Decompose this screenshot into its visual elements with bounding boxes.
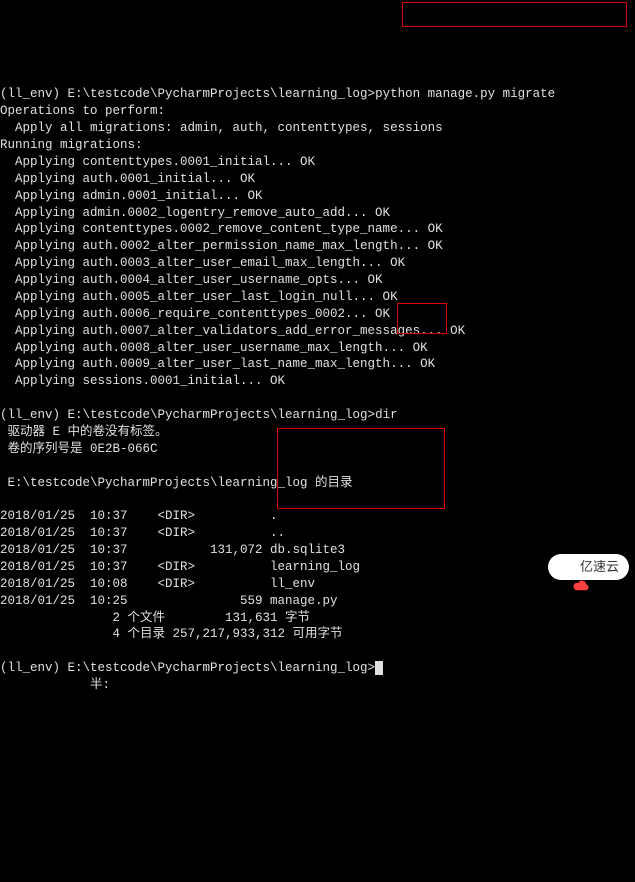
dir-header-line: E:\testcode\PycharmProjects\learning_log…	[0, 476, 353, 490]
migration-line: Applying contenttypes.0001_initial... OK	[0, 155, 315, 169]
migration-line: Applying sessions.0001_initial... OK	[0, 374, 285, 388]
dir-entry: 2018/01/25 10:37 <DIR> learning_log	[0, 560, 360, 574]
prompt-line-1: (ll_env) E:\testcode\PycharmProjects\lea…	[0, 87, 555, 101]
migration-line: Applying auth.0002_alter_permission_name…	[0, 239, 443, 253]
terminal-output[interactable]: (ll_env) E:\testcode\PycharmProjects\lea…	[0, 68, 635, 696]
dir-serial-line: 卷的序列号是 0E2B-066C	[0, 442, 158, 456]
cursor	[375, 661, 383, 675]
migration-line: Applying auth.0004_alter_user_username_o…	[0, 273, 383, 287]
output-line: Running migrations:	[0, 138, 143, 152]
dir-summary: 4 个目录 257,217,933,312 可用字节	[0, 627, 343, 641]
migration-line: Applying admin.0001_initial... OK	[0, 189, 263, 203]
output-line: Operations to perform:	[0, 104, 165, 118]
dir-drive-line: 驱动器 E 中的卷没有标签。	[0, 425, 168, 439]
migration-line: Applying auth.0001_initial... OK	[0, 172, 255, 186]
cloud-icon	[558, 560, 576, 574]
prompt-line-3[interactable]: (ll_env) E:\testcode\PycharmProjects\lea…	[0, 661, 383, 675]
prompt-prefix: (ll_env) E:\testcode\PycharmProjects\lea…	[0, 408, 375, 422]
watermark-text: 亿速云	[580, 558, 619, 576]
migration-line: Applying auth.0008_alter_user_username_m…	[0, 341, 428, 355]
highlight-box-migrate-command	[402, 2, 627, 27]
migration-line: Applying auth.0009_alter_user_last_name_…	[0, 357, 435, 371]
migration-line: Applying contenttypes.0002_remove_conten…	[0, 222, 443, 236]
trailing-line: 半:	[0, 678, 110, 692]
migration-line: Applying auth.0003_alter_user_email_max_…	[0, 256, 405, 270]
watermark-badge: 亿速云	[548, 554, 629, 580]
dir-entry: 2018/01/25 10:37 131,072 db.sqlite3	[0, 543, 345, 557]
migration-line: Applying auth.0006_require_contenttypes_…	[0, 307, 390, 321]
command-text: dir	[375, 408, 398, 422]
dir-summary: 2 个文件 131,631 字节	[0, 611, 310, 625]
prompt-line-2: (ll_env) E:\testcode\PycharmProjects\lea…	[0, 408, 398, 422]
migration-line: Applying admin.0002_logentry_remove_auto…	[0, 206, 390, 220]
dir-entry: 2018/01/25 10:08 <DIR> ll_env	[0, 577, 315, 591]
dir-entry: 2018/01/25 10:37 <DIR> ..	[0, 526, 285, 540]
dir-entry: 2018/01/25 10:37 <DIR> .	[0, 509, 278, 523]
migration-line: Applying auth.0005_alter_user_last_login…	[0, 290, 398, 304]
dir-entry: 2018/01/25 10:25 559 manage.py	[0, 594, 338, 608]
prompt-prefix: (ll_env) E:\testcode\PycharmProjects\lea…	[0, 661, 375, 675]
prompt-prefix: (ll_env) E:\testcode\PycharmProjects\lea…	[0, 87, 375, 101]
command-text: python manage.py migrate	[375, 87, 555, 101]
migration-line: Applying auth.0007_alter_validators_add_…	[0, 324, 465, 338]
output-line: Apply all migrations: admin, auth, conte…	[0, 121, 443, 135]
